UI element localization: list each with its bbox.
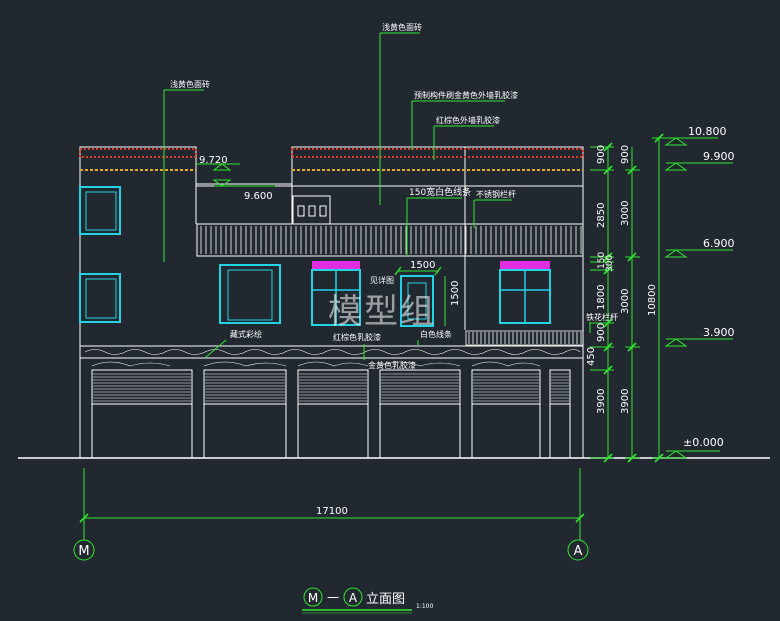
overall-width-dimension — [79, 468, 585, 540]
iron-railing — [465, 330, 584, 346]
elevation-markers — [664, 137, 733, 459]
dim-inner-450: 450 — [586, 347, 597, 366]
dim-mid-900: 900 — [620, 145, 631, 164]
drawing-title: M 一 A 立面图 1:100 — [302, 587, 433, 614]
elevation-9900: 9.900 — [703, 150, 735, 163]
dim-outer-10800: 10800 — [647, 284, 658, 316]
window-height-dim: 1500 — [450, 281, 461, 306]
dim-mid-3000a: 3000 — [620, 201, 631, 226]
label-left-tile: 浅黄色面砖 — [170, 79, 210, 89]
eave-decoration-left — [79, 148, 197, 171]
title-dash: 一 — [327, 591, 339, 605]
window-width-dim: 1500 — [410, 260, 435, 271]
dim-inner-900: 900 — [596, 145, 607, 164]
watermark: 模型组 — [328, 292, 436, 332]
axis-bubble-m: M — [73, 539, 95, 561]
label-red-brown: 红棕色乳胶漆 — [333, 332, 381, 342]
rooftop-stair-house — [292, 195, 331, 225]
label-top-center: 浅黄色面砖 — [382, 22, 422, 32]
left-windows — [79, 186, 121, 323]
elevation-zero: ±0.000 — [683, 436, 724, 449]
dim-inner-2850: 2850 — [596, 203, 607, 228]
dim-mid-3900: 3900 — [620, 389, 631, 414]
label-gold: 金黄色乳胶漆 — [368, 360, 416, 370]
title-axis-a: A — [349, 591, 358, 605]
left-level-marks — [196, 163, 275, 187]
elevation-3900: 3.900 — [703, 326, 735, 339]
dim-inner-900b: 900 — [596, 323, 607, 342]
axis-m-label: M — [78, 544, 89, 559]
label-white-band: 150宽白色线条 — [409, 186, 471, 198]
elevation-6900: 6.900 — [703, 237, 735, 250]
dim-mid-3000b: 3000 — [620, 289, 631, 314]
title-text: 立面图 — [366, 592, 405, 607]
label-iron-rail: 铁花栏杆 — [586, 312, 618, 322]
cad-canvas[interactable]: M A 浅黄色面砖 浅黄色面砖 预制构件刷金黄色外墙乳胶漆 红棕色外墙乳胶漆 1… — [0, 0, 780, 621]
dim-inner-1800: 1800 — [596, 285, 607, 310]
label-component: 预制构件刷金黄色外墙乳胶漆 — [414, 90, 518, 100]
dim-inner-3900: 3900 — [596, 389, 607, 414]
balcony-railing — [196, 223, 584, 257]
level-left-low: 9.600 — [244, 191, 273, 202]
label-rail: 不锈钢栏杆 — [476, 189, 516, 199]
title-scale: 1:100 — [416, 603, 433, 610]
overall-width-text: 17100 — [316, 506, 348, 517]
title-axis-m: M — [308, 591, 318, 605]
eave-decoration-right — [291, 148, 584, 171]
elevation-10800: 10.800 — [688, 125, 727, 138]
axis-bubble-a: A — [567, 539, 589, 561]
dim-inner-300: 300 — [605, 255, 615, 272]
label-red-paint: 红棕色外墙乳胶漆 — [436, 115, 500, 125]
shop-fronts — [91, 369, 571, 458]
label-tibetan: 藏式彩绘 — [230, 329, 262, 339]
axis-a-label: A — [574, 544, 583, 559]
level-left-high: 9.720 — [199, 155, 228, 166]
